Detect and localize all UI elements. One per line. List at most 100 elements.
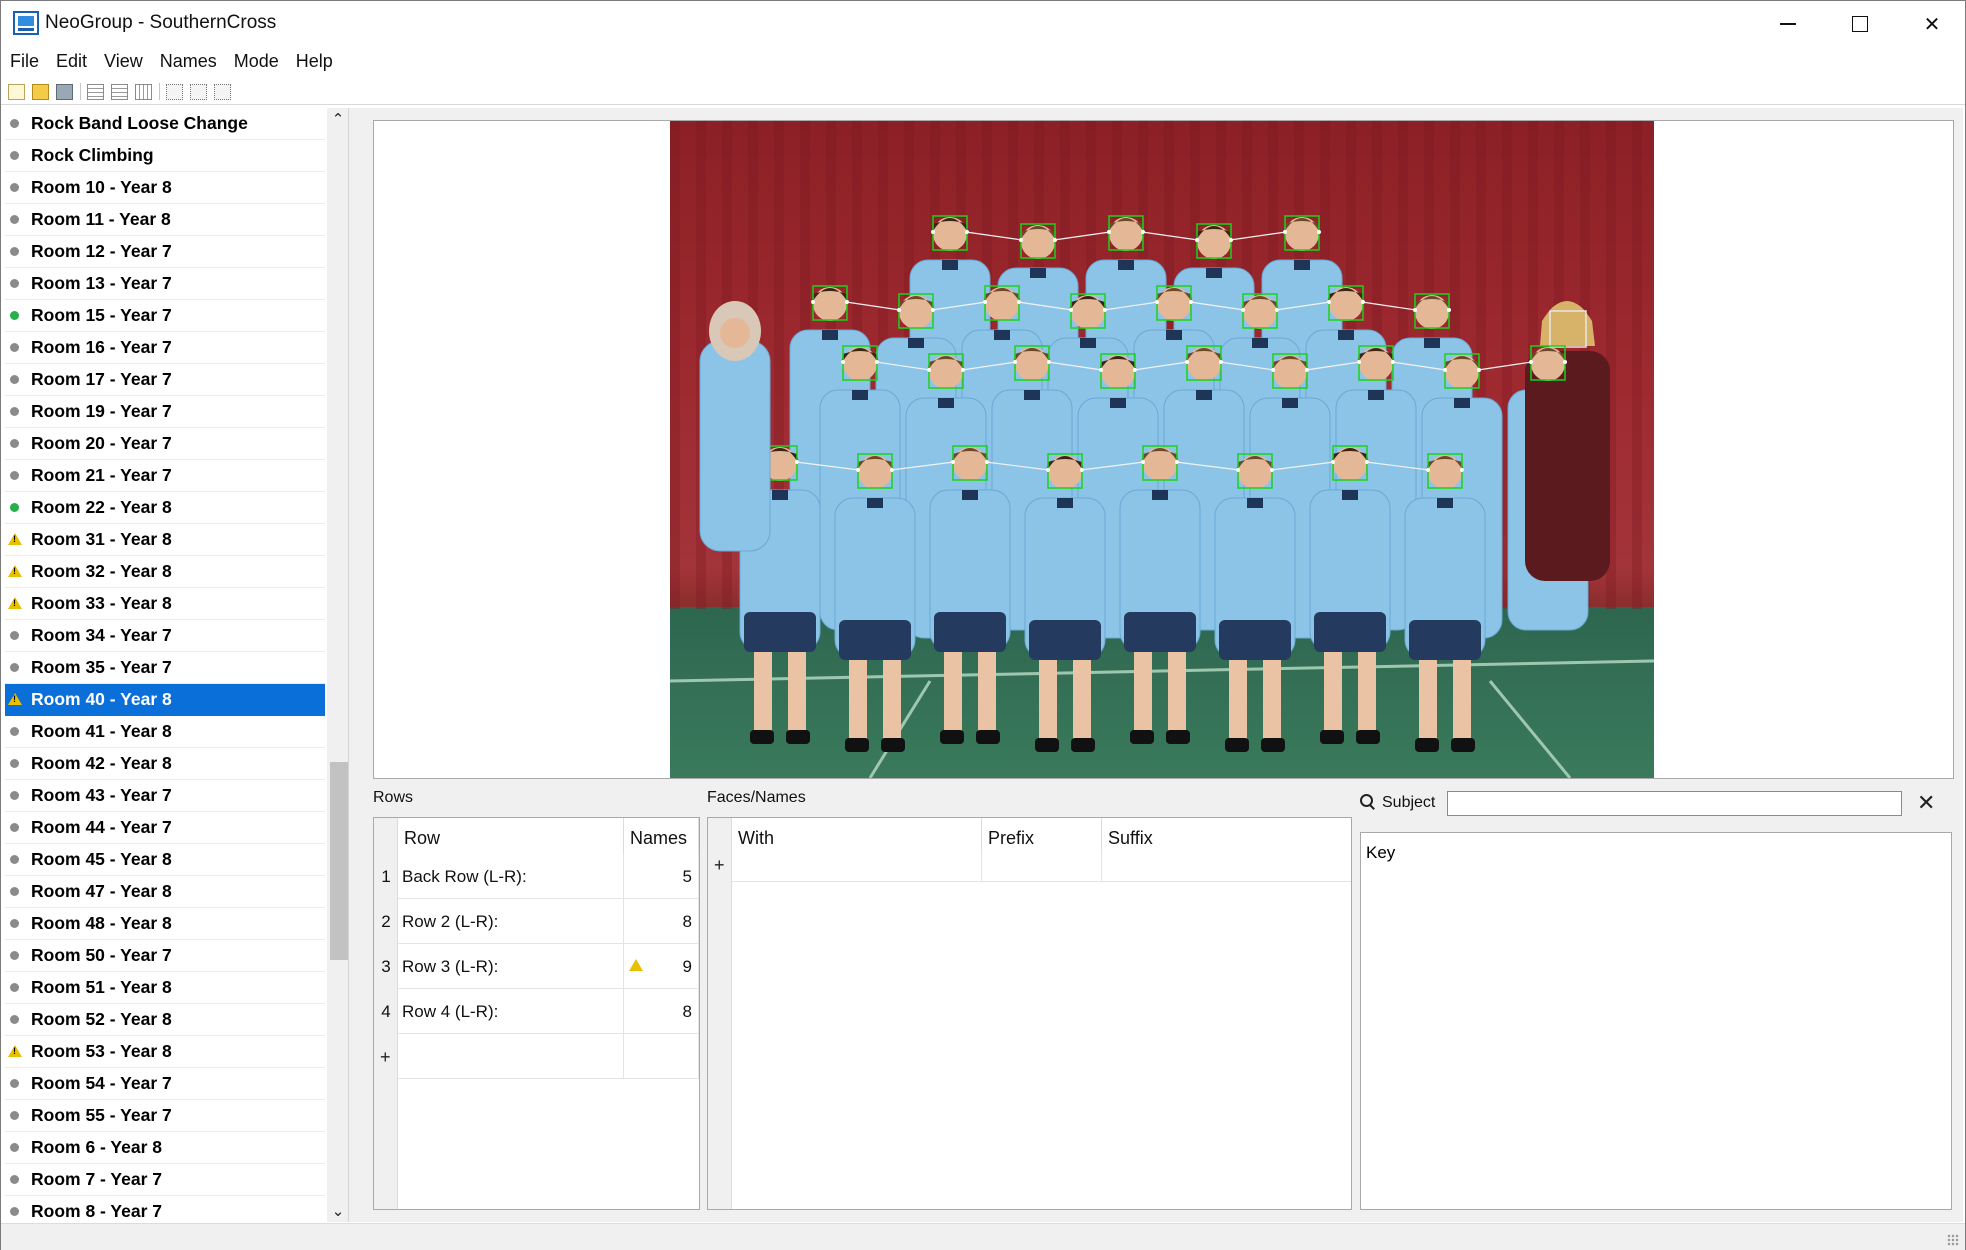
group-list-item[interactable]: Room 6 - Year 8 (5, 1132, 325, 1164)
group-list-item[interactable]: Room 32 - Year 8 (5, 556, 325, 588)
new-row-count-cell[interactable] (624, 1034, 699, 1079)
group-list-item[interactable]: Room 34 - Year 7 (5, 620, 325, 652)
group-list-item[interactable]: Room 11 - Year 8 (5, 204, 325, 236)
student-shorts (1314, 612, 1386, 652)
group-list-item[interactable]: Room 19 - Year 7 (5, 396, 325, 428)
new-file-icon[interactable] (8, 83, 25, 100)
group-list-item[interactable]: Room 17 - Year 7 (5, 364, 325, 396)
group-list-scrollbar[interactable]: ⌃ ⌄ (327, 108, 348, 1222)
minimize-button[interactable] (1753, 1, 1823, 47)
group-list-item[interactable]: Room 42 - Year 8 (5, 748, 325, 780)
group-list-item[interactable]: Room 43 - Year 7 (5, 780, 325, 812)
panel-splitter[interactable] (349, 108, 357, 1222)
layout-2-icon[interactable] (190, 83, 207, 100)
row-number: 2 (381, 912, 391, 931)
group-list-item[interactable]: Rock Climbing (5, 140, 325, 172)
group-list-item[interactable]: Room 12 - Year 7 (5, 236, 325, 268)
face-link-node (1529, 360, 1533, 364)
scroll-down-icon[interactable]: ⌄ (327, 1200, 348, 1222)
group-list-item[interactable]: Room 41 - Year 8 (5, 716, 325, 748)
menu-view[interactable]: View (95, 47, 151, 75)
clear-subject-button[interactable]: ✕ (1917, 790, 1935, 816)
group-list-item[interactable]: Room 53 - Year 8 (5, 1036, 325, 1068)
group-list-item[interactable]: Room 54 - Year 7 (5, 1068, 325, 1100)
add-row-button[interactable]: + (380, 1047, 391, 1068)
key-panel[interactable]: Key (1360, 832, 1952, 1210)
group-list-item[interactable]: Room 40 - Year 8 (5, 684, 325, 716)
group-list-item[interactable]: Room 45 - Year 8 (5, 844, 325, 876)
group-list-item[interactable]: Room 20 - Year 7 (5, 428, 325, 460)
group-list-item[interactable]: Room 22 - Year 8 (5, 492, 325, 524)
group-photo[interactable] (670, 121, 1654, 778)
student-leg (1073, 660, 1091, 740)
group-list-item[interactable]: Room 16 - Year 7 (5, 332, 325, 364)
new-row-cell[interactable] (398, 1034, 624, 1079)
group-list-item[interactable]: Room 15 - Year 7 (5, 300, 325, 332)
layout-1-icon[interactable] (166, 83, 183, 100)
grid-view-icon[interactable] (87, 83, 104, 100)
shirt-collar (1454, 398, 1470, 408)
face-link-node (1331, 460, 1335, 464)
group-list-item[interactable]: Room 21 - Year 7 (5, 460, 325, 492)
group-list-item[interactable]: Room 50 - Year 7 (5, 940, 325, 972)
group-list-item[interactable]: Room 44 - Year 7 (5, 812, 325, 844)
row-label-cell[interactable]: Back Row (L-R): (398, 854, 624, 899)
row-label-cell[interactable]: Row 3 (L-R): (398, 944, 624, 989)
maximize-button[interactable] (1825, 1, 1895, 47)
student-face (843, 347, 877, 381)
resize-grip-icon[interactable] (1947, 1234, 1959, 1246)
menu-edit[interactable]: Edit (47, 47, 95, 75)
group-list-item-label: Room 6 - Year 8 (31, 1137, 162, 1157)
group-list-item-label: Room 34 - Year 7 (31, 625, 172, 645)
student-leg (1453, 660, 1471, 740)
row-count-cell[interactable]: 8 (624, 899, 699, 944)
face-link-node (1283, 230, 1287, 234)
face-link-node (965, 230, 969, 234)
menu-file[interactable]: File (1, 47, 47, 75)
row-count-cell[interactable]: 8 (624, 989, 699, 1034)
group-list-item[interactable]: Room 35 - Year 7 (5, 652, 325, 684)
add-face-button[interactable]: + (714, 855, 725, 876)
group-list-item[interactable]: Room 47 - Year 8 (5, 876, 325, 908)
new-face-with-cell[interactable] (732, 850, 982, 882)
group-list-item[interactable]: Room 55 - Year 7 (5, 1100, 325, 1132)
group-list-item-label: Room 20 - Year 7 (31, 433, 172, 453)
open-folder-icon[interactable] (32, 83, 49, 100)
group-list-item[interactable]: Room 8 - Year 7 (5, 1196, 325, 1222)
scroll-up-icon[interactable]: ⌃ (327, 108, 348, 130)
group-list-item[interactable]: Room 51 - Year 8 (5, 972, 325, 1004)
row-count-cell[interactable]: 5 (624, 854, 699, 899)
group-list-item[interactable]: Room 31 - Year 8 (5, 524, 325, 556)
new-face-prefix-cell[interactable] (982, 850, 1102, 882)
menu-names[interactable]: Names (151, 47, 225, 75)
close-button[interactable]: ✕ (1897, 1, 1966, 47)
row-count-cell[interactable]: 9 (624, 944, 699, 989)
group-list-item[interactable]: Room 48 - Year 8 (5, 908, 325, 940)
save-icon[interactable] (56, 83, 73, 100)
shirt-collar (1247, 498, 1263, 508)
shirt-collar (1080, 338, 1096, 348)
group-list-item-label: Room 41 - Year 8 (31, 721, 172, 741)
group-list-item[interactable]: Room 13 - Year 7 (5, 268, 325, 300)
scroll-thumb[interactable] (330, 762, 348, 960)
status-dot-icon (10, 663, 19, 672)
face-link-node (1195, 238, 1199, 242)
group-list-item[interactable]: Room 10 - Year 8 (5, 172, 325, 204)
menu-help[interactable]: Help (287, 47, 341, 75)
student-face (929, 355, 963, 389)
thumbnail-view-icon[interactable] (135, 83, 152, 100)
row-label-cell[interactable]: Row 4 (L-R): (398, 989, 624, 1034)
subject-input[interactable] (1447, 791, 1902, 816)
group-list-item[interactable]: Room 52 - Year 8 (5, 1004, 325, 1036)
group-list-item[interactable]: Rock Band Loose Change (5, 108, 325, 140)
rows-table: Row Names 1 Back Row (L-R): 5 2 Row 2 (L-R):… (373, 817, 700, 1210)
list-view-icon[interactable] (111, 83, 128, 100)
layout-3-icon[interactable] (214, 83, 231, 100)
group-list-item-label: Room 8 - Year 7 (31, 1201, 162, 1221)
group-list-item[interactable]: Room 33 - Year 8 (5, 588, 325, 620)
menu-mode[interactable]: Mode (225, 47, 287, 75)
row-label-cell[interactable]: Row 2 (L-R): (398, 899, 624, 944)
new-face-suffix-cell[interactable] (1102, 850, 1351, 882)
group-list-item[interactable]: Room 7 - Year 7 (5, 1164, 325, 1196)
face-link-node (1069, 308, 1073, 312)
